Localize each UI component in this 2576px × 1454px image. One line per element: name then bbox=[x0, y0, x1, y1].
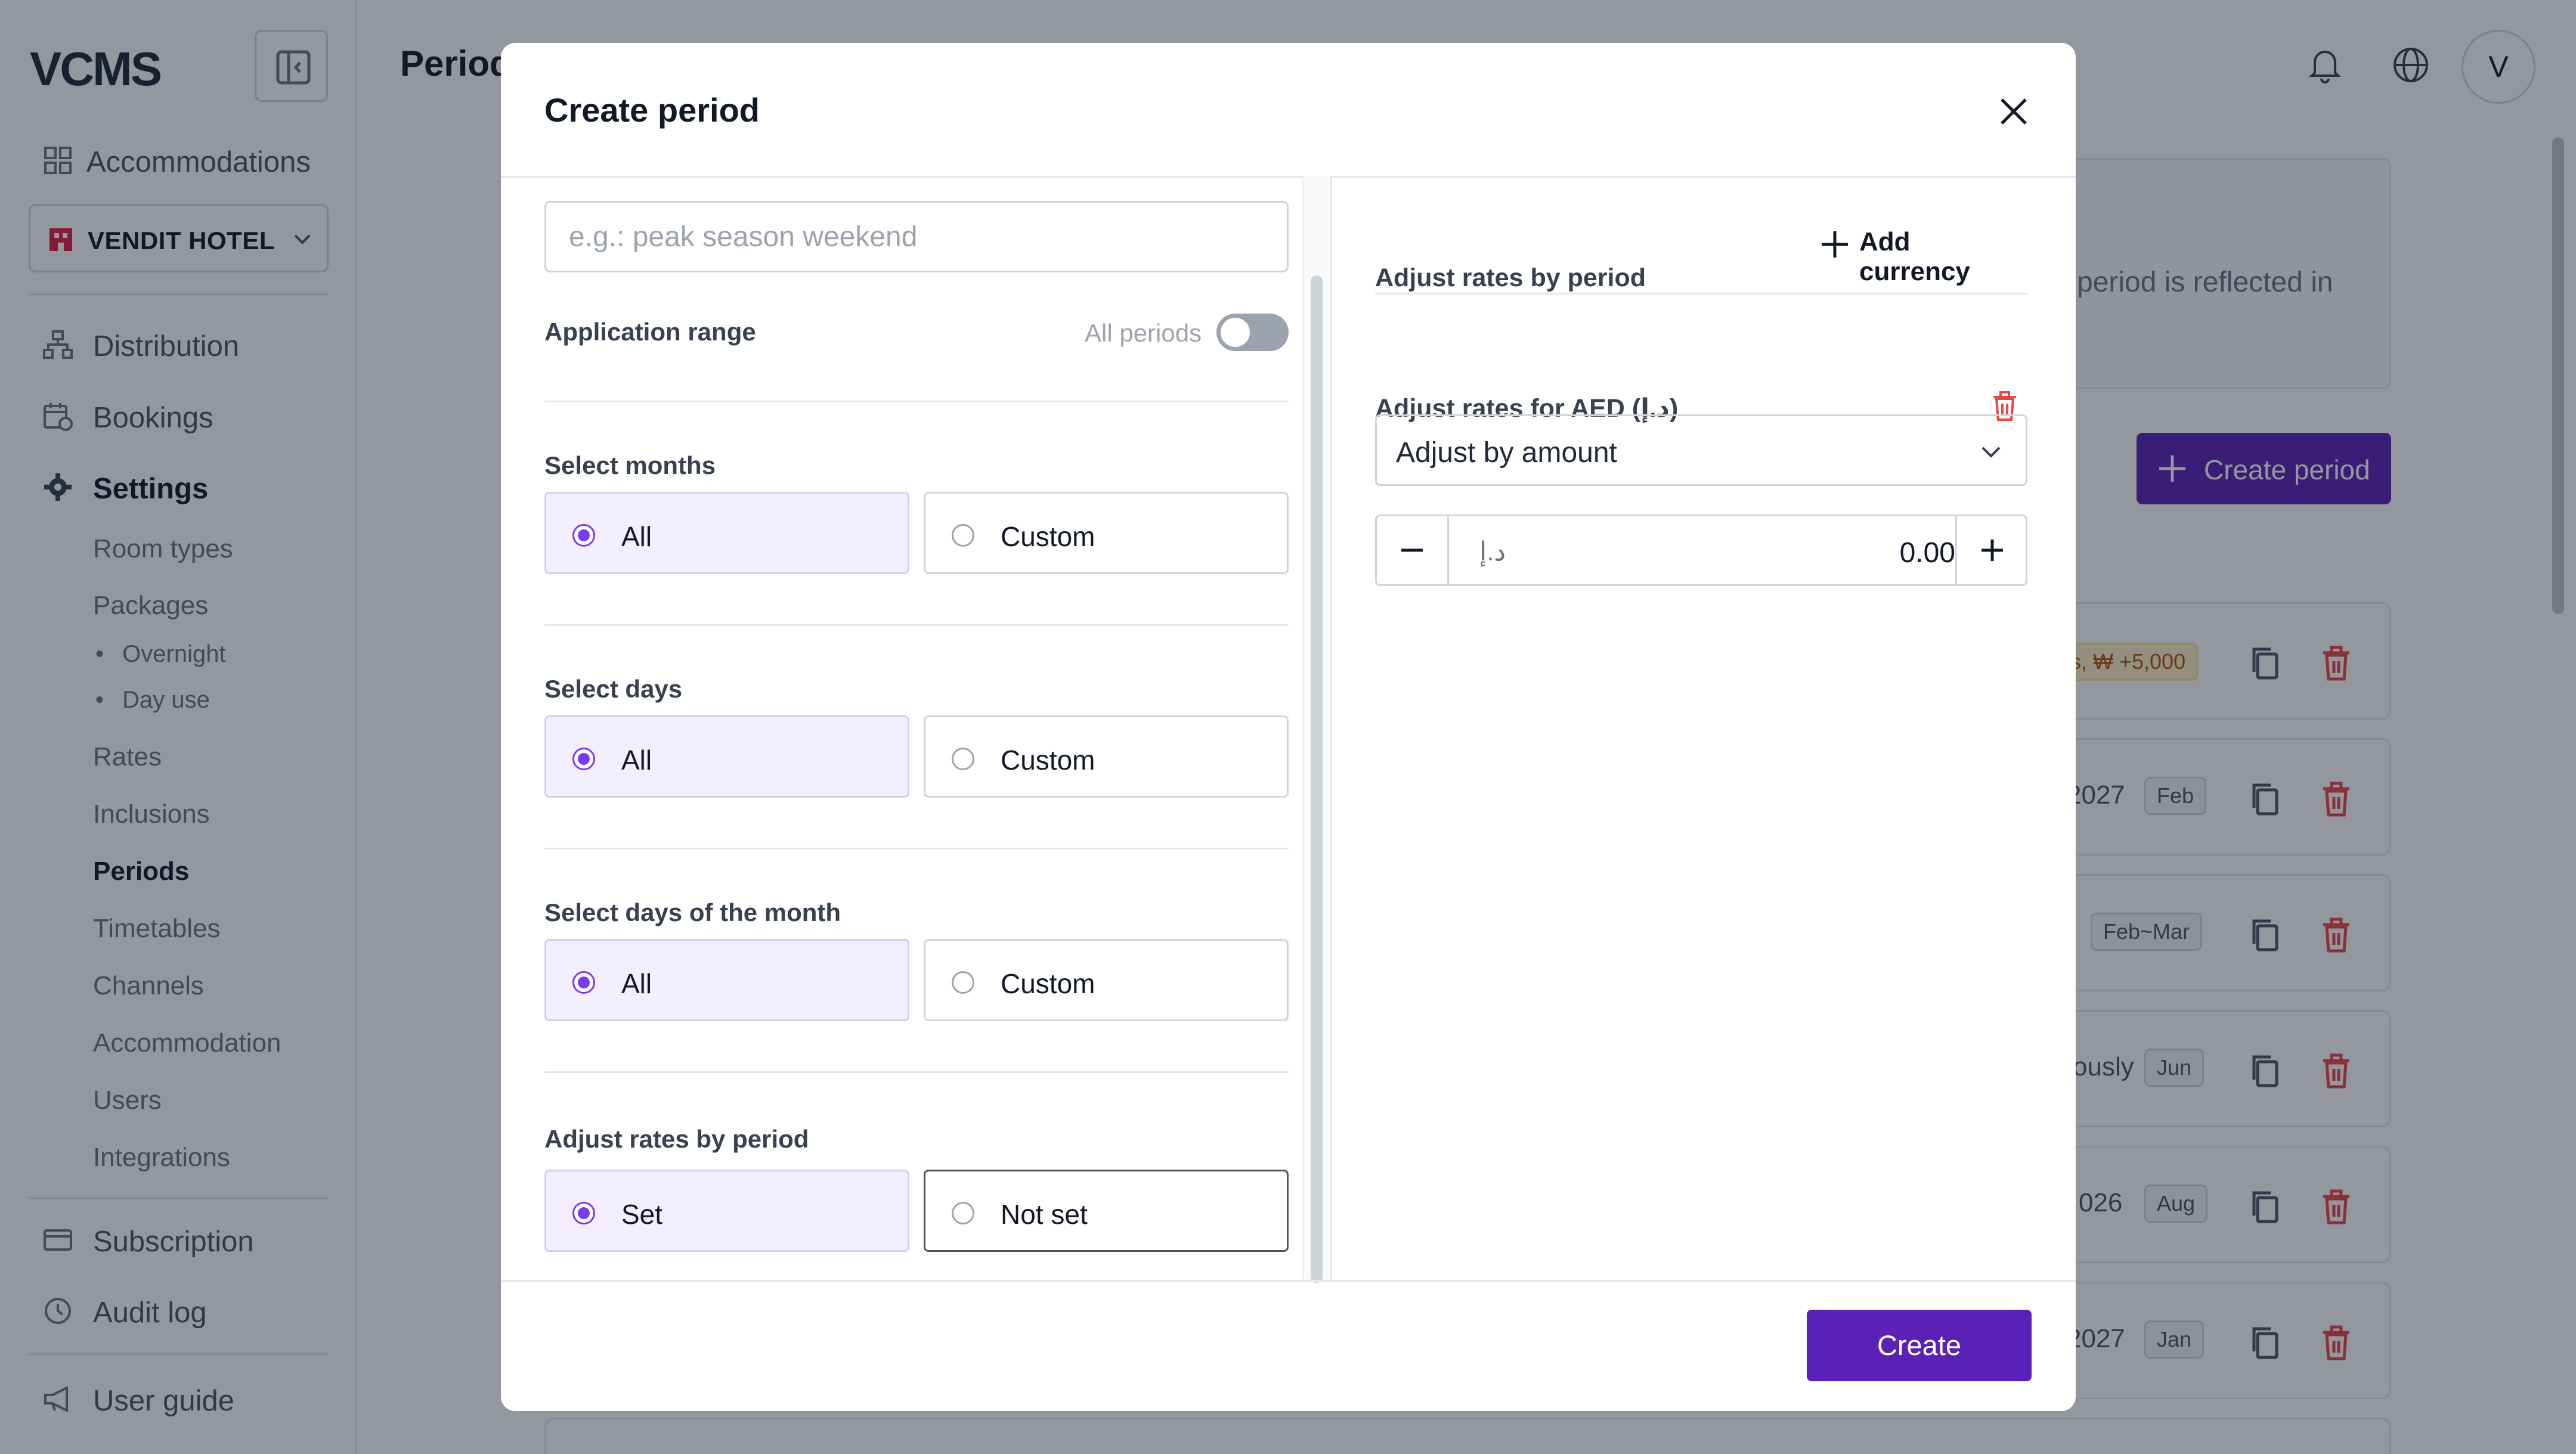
select-months-label: Select months bbox=[544, 451, 716, 479]
plus-icon bbox=[1981, 540, 2003, 561]
option-label: Custom bbox=[1001, 968, 1095, 999]
column-divider bbox=[1330, 176, 1332, 1280]
option-label: Set bbox=[621, 1199, 663, 1230]
divider bbox=[501, 176, 2076, 178]
period-name-input[interactable] bbox=[544, 201, 1289, 272]
option-label: Custom bbox=[1001, 521, 1095, 552]
divider bbox=[501, 1280, 2076, 1282]
option-label: Custom bbox=[1001, 745, 1095, 776]
option-label: Not set bbox=[1001, 1199, 1088, 1230]
months-all-option[interactable]: All bbox=[544, 492, 909, 574]
divider bbox=[544, 848, 1289, 850]
all-periods-toggle[interactable] bbox=[1216, 314, 1289, 351]
all-periods-label: All periods bbox=[1085, 319, 1202, 347]
add-currency-label: Add currency bbox=[1859, 227, 1970, 286]
radio-unselected bbox=[952, 524, 974, 547]
increment-button[interactable] bbox=[1957, 516, 2027, 584]
months-custom-option[interactable]: Custom bbox=[924, 492, 1289, 574]
create-button[interactable]: Create bbox=[1807, 1310, 2032, 1381]
chevron-down-icon bbox=[1981, 447, 2001, 458]
application-range-label: Application range bbox=[544, 318, 756, 346]
days-all-option[interactable]: All bbox=[544, 715, 909, 798]
radio-selected bbox=[572, 524, 595, 547]
days-custom-option[interactable]: Custom bbox=[924, 715, 1289, 798]
select-days-of-month-label: Select days of the month bbox=[544, 898, 841, 926]
right-panel-title: Adjust rates by period bbox=[1375, 263, 1646, 292]
toggle-knob bbox=[1221, 318, 1250, 347]
option-label: All bbox=[621, 745, 652, 776]
minus-icon bbox=[1401, 548, 1423, 552]
radio-unselected bbox=[952, 1202, 974, 1224]
days-of-month-custom-option[interactable]: Custom bbox=[924, 939, 1289, 1021]
amount-value[interactable]: 0.00 bbox=[1878, 537, 1955, 569]
divider bbox=[1375, 293, 2027, 294]
option-label: All bbox=[621, 521, 652, 552]
adjust-rates-not-set-option[interactable]: Not set bbox=[924, 1170, 1289, 1252]
stepper-separator bbox=[1447, 516, 1449, 584]
radio-selected bbox=[572, 1202, 595, 1224]
close-button[interactable] bbox=[1990, 88, 2038, 135]
adjust-rates-label: Adjust rates by period bbox=[544, 1125, 809, 1153]
left-scrollbar-thumb[interactable] bbox=[1311, 275, 1323, 1283]
select-days-label: Select days bbox=[544, 675, 683, 703]
create-period-modal: Create period Application range All peri… bbox=[501, 43, 2076, 1411]
option-label: All bbox=[621, 968, 652, 999]
divider bbox=[544, 624, 1289, 626]
plus-icon bbox=[1822, 231, 1848, 258]
days-of-month-all-option[interactable]: All bbox=[544, 939, 909, 1021]
radio-selected bbox=[572, 971, 595, 994]
close-icon bbox=[2001, 98, 2027, 125]
select-value: Adjust by amount bbox=[1396, 437, 1617, 469]
radio-selected bbox=[572, 748, 595, 770]
add-currency-button[interactable]: Add currency bbox=[1809, 219, 2024, 286]
amount-stepper[interactable]: د.إ 0.00 bbox=[1375, 514, 2027, 586]
radio-unselected bbox=[952, 748, 974, 770]
radio-unselected bbox=[952, 971, 974, 994]
adjust-rates-set-option[interactable]: Set bbox=[544, 1170, 909, 1252]
currency-symbol: د.إ bbox=[1479, 537, 1506, 566]
decrement-button[interactable] bbox=[1377, 516, 1447, 584]
divider bbox=[544, 401, 1289, 402]
modal-title: Create period bbox=[544, 91, 760, 129]
adjustment-type-select[interactable]: Adjust by amount bbox=[1375, 414, 2027, 486]
divider bbox=[544, 1071, 1289, 1073]
